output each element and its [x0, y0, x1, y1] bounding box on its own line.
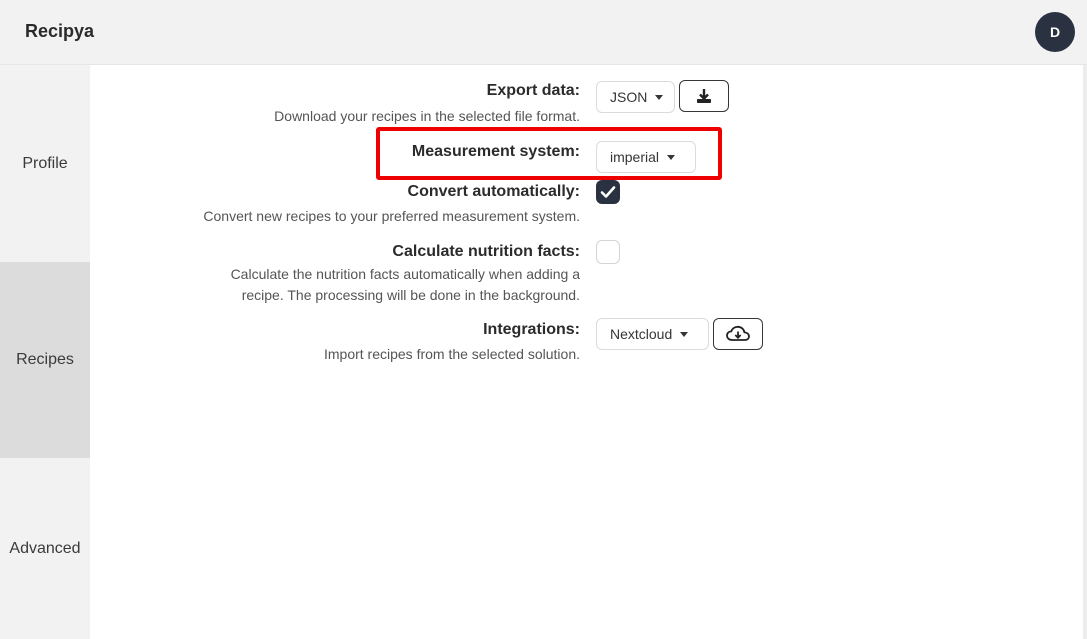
download-icon [697, 89, 711, 103]
export-data-description: Download your recipes in the selected fi… [274, 108, 580, 124]
nutrition-facts-checkbox[interactable] [596, 240, 620, 264]
nutrition-facts-description-line2: recipe. The processing will be done in t… [241, 287, 580, 303]
measurement-system-select[interactable]: imperial [596, 141, 696, 173]
integrations-value: Nextcloud [610, 326, 673, 342]
export-download-button[interactable] [679, 80, 729, 112]
integrations-label: Integrations: [483, 321, 580, 338]
nutrition-facts-description-line1: Calculate the nutrition facts automatica… [230, 266, 580, 282]
app-title[interactable]: Recipya [25, 21, 94, 42]
user-avatar[interactable]: D [1035, 12, 1075, 52]
settings-sidebar: Profile Recipes Advanced [0, 65, 90, 639]
integrations-select[interactable]: Nextcloud [596, 318, 709, 350]
cloud-download-icon [726, 325, 750, 341]
checkmark-icon [600, 186, 616, 198]
convert-automatically-label: Convert automatically: [407, 183, 580, 200]
export-format-select[interactable]: JSON [596, 81, 675, 113]
measurement-system-value: imperial [610, 149, 660, 165]
sidebar-item-profile[interactable]: Profile [0, 65, 90, 262]
export-format-value: JSON [610, 89, 648, 105]
measurement-system-label: Measurement system: [411, 143, 580, 160]
nutrition-facts-label: Calculate nutrition facts: [392, 243, 580, 260]
sidebar-item-advanced[interactable]: Advanced [0, 458, 90, 639]
convert-automatically-checkbox[interactable] [596, 180, 620, 204]
integrations-description: Import recipes from the selected solutio… [323, 346, 580, 362]
export-data-label: Export data: [486, 82, 580, 99]
sidebar-item-recipes[interactable]: Recipes [0, 262, 90, 458]
chevron-down-icon [655, 94, 664, 100]
scrollbar[interactable] [1083, 65, 1087, 639]
chevron-down-icon [667, 154, 676, 160]
chevron-down-icon [680, 331, 689, 337]
integrations-import-button[interactable] [713, 318, 763, 350]
convert-automatically-description: Convert new recipes to your preferred me… [203, 208, 580, 224]
top-header: Recipya D [0, 0, 1087, 65]
